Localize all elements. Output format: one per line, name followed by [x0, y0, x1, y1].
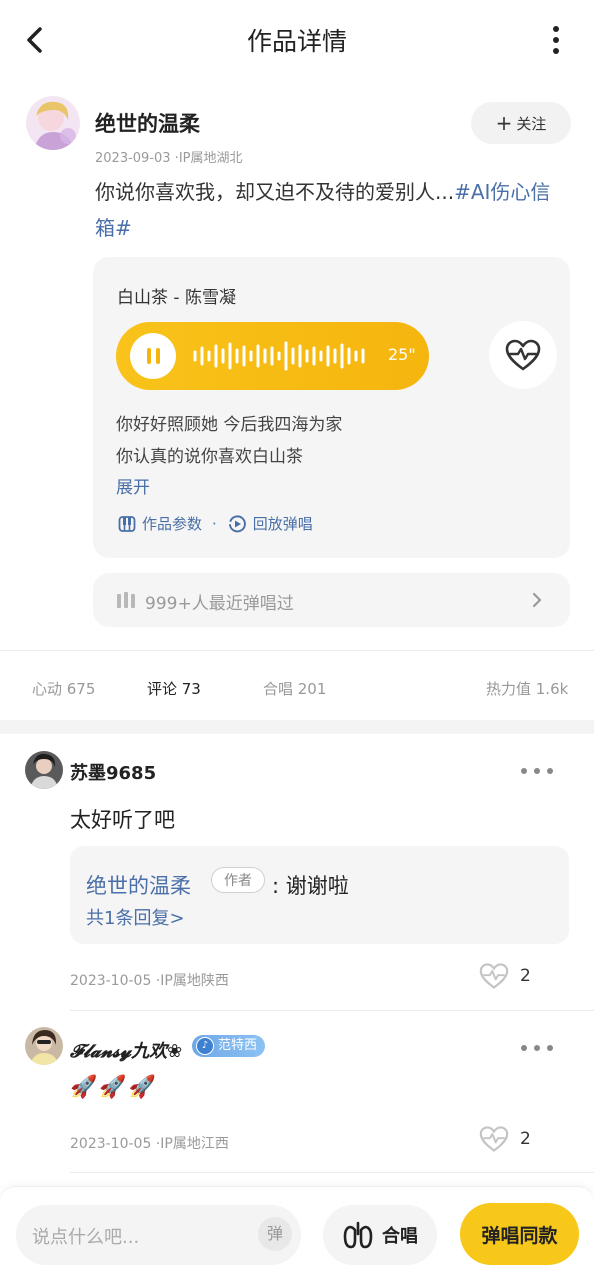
badge-icon: ♪ — [196, 1037, 214, 1055]
heat-value: 热力值 1.6k — [486, 680, 569, 698]
like-heart-button[interactable] — [489, 321, 557, 389]
more-vertical-icon[interactable] — [543, 24, 569, 56]
author-avatar[interactable] — [26, 96, 80, 150]
bars-icon — [117, 592, 135, 608]
commenter-avatar[interactable] — [25, 1027, 63, 1065]
recent-singers-text: 999+人最近弹唱过 — [145, 594, 294, 614]
commenter-avatar[interactable] — [25, 751, 63, 789]
lyric-line: 你好好照顾她 今后我四海为家 — [116, 415, 343, 435]
song-card: 白山茶 - 陈雪凝 25" 你好好照顾她 今后我四海为家 你认真的说你喜欢白山茶… — [93, 257, 570, 558]
like-count: 2 — [520, 966, 531, 986]
lyric-line: 你认真的说你喜欢白山茶 — [116, 447, 303, 467]
song-actions: 作品参数 · 回放弹唱 — [118, 513, 313, 534]
duet-button[interactable]: 合唱 — [323, 1205, 437, 1265]
recent-singers-bar[interactable]: 999+人最近弹唱过 — [93, 573, 570, 627]
comment-meta: 2023-10-05 ·IP属地江西 — [70, 1136, 229, 1152]
divider — [70, 1172, 594, 1173]
reply-text: : 谢谢啦 — [272, 874, 349, 898]
post-text: 你说你喜欢我，却又迫不及待的爱别人...#AI伤心信箱# — [95, 174, 565, 246]
bottom-action-bar: 说点什么吧... 弹 合唱 弹唱同款 — [0, 1186, 594, 1280]
pause-icon[interactable] — [130, 333, 176, 379]
more-horizontal-icon[interactable] — [520, 766, 554, 776]
post-body: 你说你喜欢我，却又迫不及待的爱别人... — [95, 180, 455, 204]
post-meta: 2023-09-03 ·IP属地湖北 — [95, 151, 243, 166]
lungs-icon — [343, 1221, 373, 1249]
comment-meta: 2023-10-05 ·IP属地陕西 — [70, 973, 229, 989]
section-gap — [0, 720, 594, 734]
comment-text: 🚀🚀🚀 — [70, 1075, 159, 1100]
params-link[interactable]: 作品参数 — [142, 513, 202, 534]
fan-badge: ♪ 范特西 — [192, 1035, 266, 1057]
author-badge: 作者 — [211, 867, 265, 893]
follow-button[interactable]: + 关注 — [471, 102, 571, 144]
heartbeat-icon — [479, 1126, 509, 1152]
chevron-right-icon — [532, 592, 542, 608]
comment-like-button[interactable]: 2 — [478, 962, 531, 990]
view-replies-link[interactable]: 共1条回复> — [86, 904, 185, 930]
commenter-name[interactable]: 𝓕𝓵𝓪𝓷𝓼𝔂九欢❀ — [70, 1037, 182, 1063]
tab-likes[interactable]: 心动 675 — [32, 678, 95, 699]
duet-label: 合唱 — [382, 1226, 418, 1247]
like-count: 2 — [520, 1129, 531, 1149]
comment-text: 太好听了吧 — [70, 808, 175, 832]
sing-same-button[interactable]: 弹唱同款 — [460, 1203, 579, 1265]
replay-icon — [228, 514, 246, 532]
plus-icon: + — [495, 111, 513, 135]
page-title: 作品详情 — [246, 27, 347, 56]
piano-icon — [118, 515, 136, 532]
top-bar: 作品详情 — [0, 0, 594, 80]
reply-author-name[interactable]: 绝世的温柔 — [86, 870, 191, 900]
heartbeat-icon — [505, 339, 541, 371]
heartbeat-icon — [479, 963, 509, 989]
waveform-icon — [193, 341, 365, 371]
follow-label: 关注 — [516, 114, 547, 133]
commenter-name[interactable]: 苏墨9685 — [70, 759, 156, 785]
danmu-toggle-button[interactable]: 弹 — [258, 1217, 292, 1251]
comment-input[interactable]: 说点什么吧... 弹 — [16, 1205, 301, 1265]
replay-link[interactable]: 回放弹唱 — [253, 513, 313, 534]
author-name[interactable]: 绝世的温柔 — [95, 108, 200, 138]
expand-link[interactable]: 展开 — [116, 473, 150, 498]
song-title: 白山茶 - 陈雪凝 — [117, 288, 236, 308]
divider — [0, 650, 594, 651]
audio-player[interactable]: 25" — [116, 322, 429, 390]
separator-dot: · — [212, 514, 217, 533]
divider — [70, 1010, 594, 1011]
more-horizontal-icon[interactable] — [520, 1043, 554, 1053]
tab-comments[interactable]: 评论 73 — [147, 678, 201, 699]
comment-like-button[interactable]: 2 — [478, 1125, 531, 1153]
tab-duets[interactable]: 合唱 201 — [263, 678, 326, 699]
fan-badge-label: 范特西 — [218, 1038, 258, 1053]
song-duration: 25" — [388, 345, 416, 364]
comment-input-placeholder: 说点什么吧... — [32, 1227, 140, 1248]
reply-box[interactable]: 绝世的温柔 作者 : 谢谢啦 共1条回复> — [70, 846, 569, 944]
